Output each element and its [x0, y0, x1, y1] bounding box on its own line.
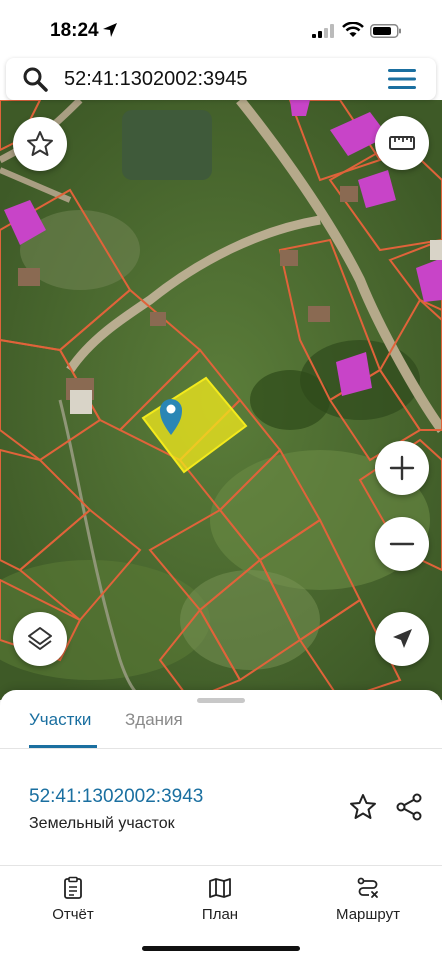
favorite-button[interactable]	[13, 117, 67, 171]
ruler-button[interactable]	[375, 116, 429, 170]
signal-icon	[312, 24, 334, 38]
wifi-icon	[342, 22, 364, 37]
nav-item-route[interactable]: Маршрут	[313, 876, 423, 924]
report-icon	[64, 876, 82, 899]
search-input[interactable]	[64, 64, 364, 94]
divider	[0, 748, 442, 749]
navigate-arrow-icon	[393, 629, 412, 648]
hamburger-menu-icon[interactable]	[386, 67, 418, 91]
map-imagery	[0, 100, 442, 700]
navigate-button[interactable]	[375, 612, 429, 666]
zoom-in-button[interactable]	[375, 441, 429, 495]
zoom-in-icon	[389, 455, 415, 481]
tab-parcels[interactable]: Участки	[29, 710, 91, 730]
layers-icon	[28, 627, 52, 650]
sheet-drag-handle[interactable]	[197, 698, 245, 703]
layers-button[interactable]	[13, 612, 67, 666]
nav-label-report: Отчёт	[52, 906, 94, 923]
map-plan-icon	[209, 878, 231, 898]
tab-buildings[interactable]: Здания	[125, 710, 183, 730]
location-arrow-icon	[103, 23, 117, 37]
satellite-map[interactable]	[0, 100, 442, 700]
status-time: 18:24	[50, 20, 99, 41]
parcel-cadastral-number[interactable]: 52:41:1302002:3943	[29, 786, 203, 808]
nav-item-report[interactable]: Отчёт	[18, 876, 128, 924]
status-bar: 18:24	[0, 0, 442, 58]
nav-label-route: Маршрут	[336, 906, 400, 923]
zoom-out-icon	[389, 542, 415, 546]
search-icon[interactable]	[22, 66, 48, 92]
battery-icon	[370, 24, 401, 38]
nav-label-plan: План	[201, 906, 239, 923]
search-bar	[6, 58, 436, 100]
star-outline-icon[interactable]	[348, 792, 378, 822]
favorite-star-icon	[27, 131, 53, 156]
home-indicator[interactable]	[142, 946, 300, 951]
nav-item-plan[interactable]: План	[165, 876, 275, 924]
parcel-type-label: Земельный участок	[29, 815, 175, 832]
ruler-icon	[389, 136, 415, 150]
route-icon	[357, 877, 378, 898]
share-icon[interactable]	[394, 792, 424, 822]
zoom-out-button[interactable]	[375, 517, 429, 571]
bottom-navigation: Отчёт План Маршрут	[0, 866, 442, 960]
